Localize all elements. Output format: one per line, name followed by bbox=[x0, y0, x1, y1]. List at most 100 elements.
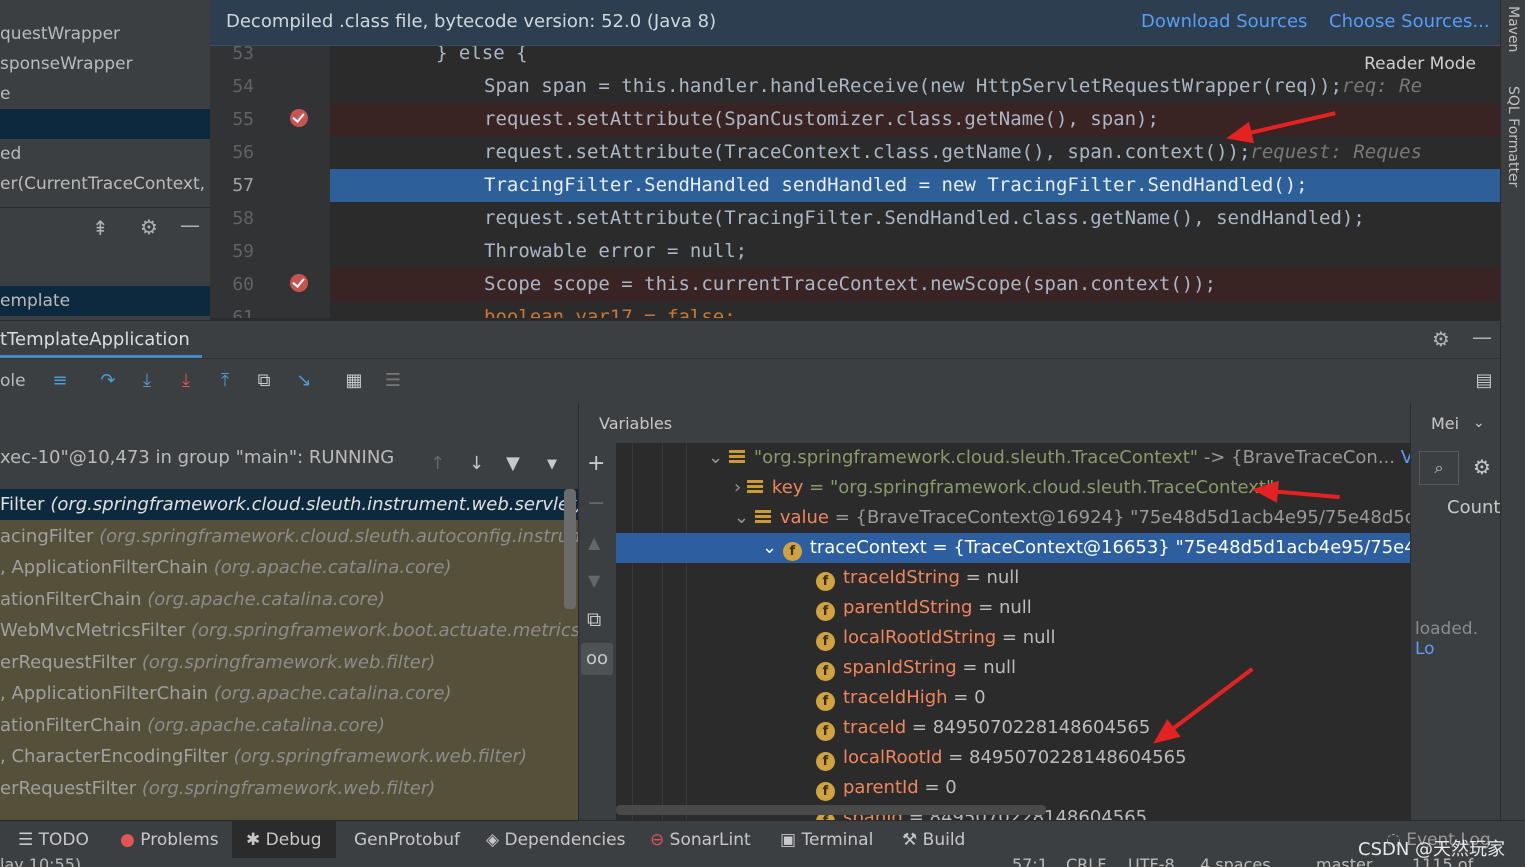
frames-scrollbar[interactable] bbox=[564, 489, 576, 609]
frames-icon[interactable]: ≡ bbox=[48, 369, 72, 393]
maven-tab[interactable]: Maven bbox=[1505, 6, 1521, 52]
code-text: } else { bbox=[436, 46, 528, 64]
variable-row-selected[interactable]: ⌄ f traceContext = {TraceContext@16653} "… bbox=[616, 533, 1410, 563]
frame-row[interactable]: , ApplicationFilterChain (org.apache.cat… bbox=[0, 678, 578, 709]
line-number: 57 bbox=[232, 175, 254, 196]
load-link[interactable]: Lo bbox=[1415, 639, 1435, 659]
variable-row[interactable]: f traceIdHigh = 0 bbox=[616, 683, 1410, 713]
step-over-icon[interactable]: ↷ bbox=[96, 369, 120, 393]
file-encoding[interactable]: UTF-8 bbox=[1128, 858, 1175, 867]
var-value: = 0 bbox=[918, 777, 957, 798]
project-item-selected[interactable]: emplate bbox=[0, 286, 210, 316]
problems-tab[interactable]: ● Problems bbox=[120, 830, 219, 850]
download-sources-link[interactable]: Download Sources bbox=[1141, 11, 1307, 32]
glasses-icon[interactable]: oo bbox=[581, 643, 613, 675]
frame-row[interactable]: ationFilterChain (org.apache.catalina.co… bbox=[0, 584, 578, 615]
filter-icon[interactable]: ▼ bbox=[506, 453, 520, 474]
variable-row[interactable]: f localRootIdString = null bbox=[616, 623, 1410, 653]
collapse-all-icon[interactable]: ⇞ bbox=[92, 216, 109, 240]
frame-row[interactable]: ationFilterChain (org.apache.catalina.co… bbox=[0, 710, 578, 741]
git-branch[interactable]: master bbox=[1316, 858, 1372, 867]
run-to-cursor-icon[interactable]: ↘ bbox=[292, 369, 316, 393]
dependencies-tab[interactable]: ◈ Dependencies bbox=[486, 830, 625, 850]
indent-setting[interactable]: 4 spaces bbox=[1200, 858, 1271, 867]
editor-gutter[interactable]: 53 54 55 56 57 58 59 60 61 bbox=[210, 46, 330, 318]
chevron-down-icon[interactable]: ▼ bbox=[547, 457, 557, 472]
variable-row[interactable]: ⌄ "org.springframework.cloud.sleuth.Trac… bbox=[616, 443, 1410, 473]
move-up-icon[interactable]: ▲ bbox=[588, 533, 600, 552]
frame-row[interactable]: Filter (org.springframework.cloud.sleuth… bbox=[0, 489, 578, 520]
memory-tab[interactable]: Mei bbox=[1431, 414, 1459, 433]
force-step-into-icon[interactable]: ⤓ bbox=[174, 369, 198, 393]
gear-icon[interactable]: ⚙ bbox=[140, 215, 158, 239]
project-item[interactable]: er(CurrentTraceContext, I bbox=[0, 169, 210, 199]
variable-row[interactable]: f spanIdString = null bbox=[616, 653, 1410, 683]
reader-mode-button[interactable]: Reader Mode bbox=[1364, 54, 1476, 74]
variable-row[interactable]: › key = "org.springframework.cloud.sleut… bbox=[616, 473, 1410, 503]
add-watch-icon[interactable]: + bbox=[587, 451, 605, 476]
variable-row[interactable]: f traceId = 8495070228148604565 bbox=[616, 713, 1410, 743]
line-separator[interactable]: CRLF bbox=[1066, 858, 1106, 867]
layout-icon[interactable]: ▤ bbox=[1472, 369, 1496, 393]
count-column[interactable]: Count bbox=[1447, 497, 1500, 518]
console-tab[interactable]: ole bbox=[0, 371, 26, 391]
view-link[interactable]: View bbox=[1395, 447, 1410, 468]
breakpoint-icon[interactable] bbox=[290, 109, 308, 127]
debug-tab[interactable]: ✱ Debug bbox=[232, 821, 336, 859]
minimize-icon[interactable]: — bbox=[1472, 325, 1492, 349]
trace-icon[interactable]: ☰ bbox=[381, 369, 405, 393]
down-arrow-icon[interactable]: ↓ bbox=[469, 453, 484, 474]
chevron-down-icon[interactable]: ⌄ bbox=[708, 447, 729, 468]
minimize-icon[interactable]: — bbox=[180, 213, 200, 237]
drop-frame-icon[interactable]: ⧉ bbox=[252, 369, 276, 393]
thread-selector[interactable]: xec-10"@10,473 in group "main": RUNNING bbox=[0, 447, 394, 468]
memory-indicator[interactable]: 1115 of 6000M bbox=[1412, 858, 1525, 867]
project-item[interactable]: e bbox=[0, 79, 210, 109]
search-icon[interactable]: ⌕ bbox=[1419, 451, 1459, 485]
move-down-icon[interactable]: ▼ bbox=[588, 571, 600, 590]
copy-icon[interactable]: ⧉ bbox=[587, 607, 601, 631]
evaluate-icon[interactable]: ▦ bbox=[342, 369, 366, 393]
step-into-icon[interactable]: ⤓ bbox=[135, 369, 159, 393]
variable-row[interactable]: ⌄ value = {BraveTraceContext@16924} "75e… bbox=[616, 503, 1410, 533]
frame-row[interactable]: , CharacterEncodingFilter (org.springfra… bbox=[0, 741, 578, 772]
chevron-down-icon[interactable]: ⌄ bbox=[1473, 415, 1485, 431]
chevron-down-icon[interactable]: ⌄ bbox=[762, 537, 783, 558]
chevron-right-icon[interactable]: › bbox=[734, 477, 747, 498]
project-item[interactable]: questWrapper bbox=[0, 19, 210, 49]
problems-label: Problems bbox=[140, 830, 219, 850]
variable-row[interactable]: f traceIdString = null bbox=[616, 563, 1410, 593]
choose-sources-link[interactable]: Choose Sources... bbox=[1329, 11, 1490, 32]
breakpoint-icon[interactable] bbox=[290, 274, 308, 292]
project-item-selected[interactable] bbox=[0, 109, 210, 139]
genprotobuf-tab[interactable]: GenProtobuf bbox=[354, 830, 460, 850]
project-item[interactable]: sponseWrapper bbox=[0, 49, 210, 79]
code-editor[interactable]: 53 54 55 56 57 58 59 60 61 } else { Span… bbox=[210, 46, 1500, 318]
step-out-icon[interactable]: ⤒ bbox=[213, 369, 237, 393]
var-value: = null bbox=[959, 567, 1020, 588]
frame-row[interactable]: erRequestFilter (org.springframework.web… bbox=[0, 773, 578, 804]
gear-icon[interactable]: ⚙ bbox=[1473, 455, 1491, 479]
terminal-tab[interactable]: ▣ Terminal bbox=[780, 830, 873, 850]
frame-row[interactable]: erRequestFilter (org.springframework.web… bbox=[0, 647, 578, 678]
up-arrow-icon[interactable]: ↑ bbox=[430, 453, 445, 474]
build-tab[interactable]: ⚒ Build bbox=[902, 830, 965, 850]
chevron-down-icon[interactable]: ⌄ bbox=[734, 507, 755, 528]
caret-position[interactable]: 57:1 bbox=[1012, 858, 1048, 867]
frame-row[interactable]: WebMvcMetricsFilter (org.springframework… bbox=[0, 615, 578, 646]
debug-session-tab[interactable]: tTemplateApplication bbox=[0, 329, 190, 350]
gear-icon[interactable]: ⚙ bbox=[1432, 327, 1450, 351]
frame-row[interactable]: , ApplicationFilterChain (org.apache.cat… bbox=[0, 552, 578, 583]
frame-name: acingFilter bbox=[0, 526, 100, 547]
variable-row[interactable]: f parentIdString = null bbox=[616, 593, 1410, 623]
sql-formatter-tab[interactable]: SQL Formatter bbox=[1505, 86, 1521, 187]
project-item[interactable]: ed bbox=[0, 139, 210, 169]
remove-watch-icon[interactable]: − bbox=[587, 491, 605, 516]
variable-row[interactable]: f localRootId = 8495070228148604565 bbox=[616, 743, 1410, 773]
variable-row[interactable]: f parentId = 0 bbox=[616, 773, 1410, 803]
frame-row[interactable]: acingFilter (org.springframework.cloud.s… bbox=[0, 521, 578, 552]
variables-hscrollbar[interactable] bbox=[616, 805, 1046, 815]
sonarlint-tab[interactable]: ⊖ SonarLint bbox=[650, 830, 751, 850]
todo-tab[interactable]: ☰ TODO bbox=[18, 830, 89, 850]
loaded-label: loaded. bbox=[1415, 619, 1478, 639]
